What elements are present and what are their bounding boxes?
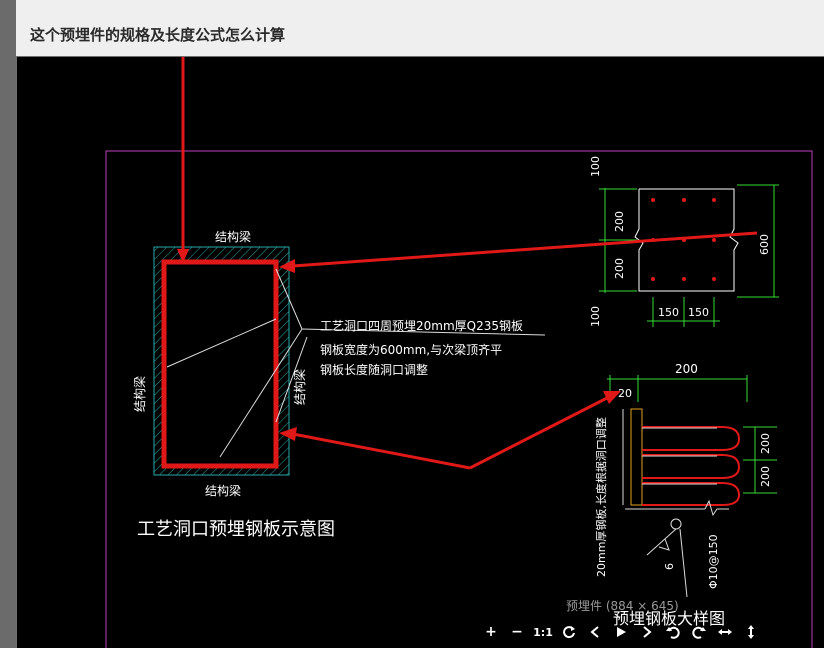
note-line-2: 钢板宽度为600mm,与次梁顶齐平 [320,342,502,357]
cad-drawing: 结构梁 结构梁 结构梁 结构梁 工艺洞口四周预埋20mm厚Q235钢板 钢板宽度… [105,57,813,648]
page-left-strip [0,0,16,648]
zoom-in-button[interactable]: + [481,621,501,643]
note-line-3: 钢板长度随洞口调整 [320,362,428,377]
weld-label: 6 [663,563,676,570]
dim-20: 20 [618,387,632,400]
actual-size-button[interactable]: 1:1 [533,621,553,643]
next-button[interactable] [637,621,657,643]
fit-width-button[interactable] [715,621,735,643]
diagram-title: 工艺洞口预埋钢板示意图 [137,519,335,540]
dim-100-top: 100 [589,156,602,177]
dim-200-detail: 200 [675,362,698,376]
label-beam-left: 结构梁 [132,376,147,412]
rotate-right-icon [692,626,706,639]
chevron-right-icon [643,626,652,638]
horizontal-arrows-icon [718,629,732,635]
dim-200-b: 200 [613,258,626,279]
label-beam-bottom: 结构梁 [205,483,241,498]
image-caption: 预埋件 (884 × 645) [566,599,679,613]
dim-200-d: 200 [759,466,772,487]
chevron-left-icon [590,626,599,638]
rebar-label: Φ10@150 [707,534,720,589]
play-button[interactable] [611,621,631,643]
rotate-right-button[interactable] [689,621,709,643]
detail-vertical-note: 20mm厚钢板,长度根据洞口调整 [594,417,608,577]
image-viewer[interactable]: 结构梁 结构梁 结构梁 结构梁 工艺洞口四周预埋20mm厚Q235钢板 钢板宽度… [17,57,824,648]
rotate-left-button[interactable] [663,621,683,643]
label-beam-right: 结构梁 [292,369,307,405]
label-beam-top: 结构梁 [215,229,251,244]
previous-button[interactable] [585,621,605,643]
zoom-out-button[interactable]: − [507,621,527,643]
refresh-button[interactable] [559,621,579,643]
opening-plan [153,246,546,476]
refresh-icon [563,626,575,639]
play-icon [617,627,626,637]
viewer-toolbar: + − 1:1 [481,620,761,644]
dim-150-b: 150 [688,306,709,319]
dim-200-a: 200 [613,211,626,232]
plate-section-detail [607,375,777,598]
dim-600: 600 [758,234,771,255]
dim-150-a: 150 [658,306,679,319]
fit-height-button[interactable] [741,621,761,643]
vertical-arrows-icon [748,625,754,639]
dim-100-bottom: 100 [589,306,602,327]
rotate-left-icon [666,626,680,639]
dim-200-c: 200 [759,433,772,454]
question-title: 这个预埋件的规格及长度公式怎么计算 [30,26,286,44]
note-line-1: 工艺洞口四周预埋20mm厚Q235钢板 [320,319,523,333]
question-header: 这个预埋件的规格及长度公式怎么计算 [0,0,824,56]
